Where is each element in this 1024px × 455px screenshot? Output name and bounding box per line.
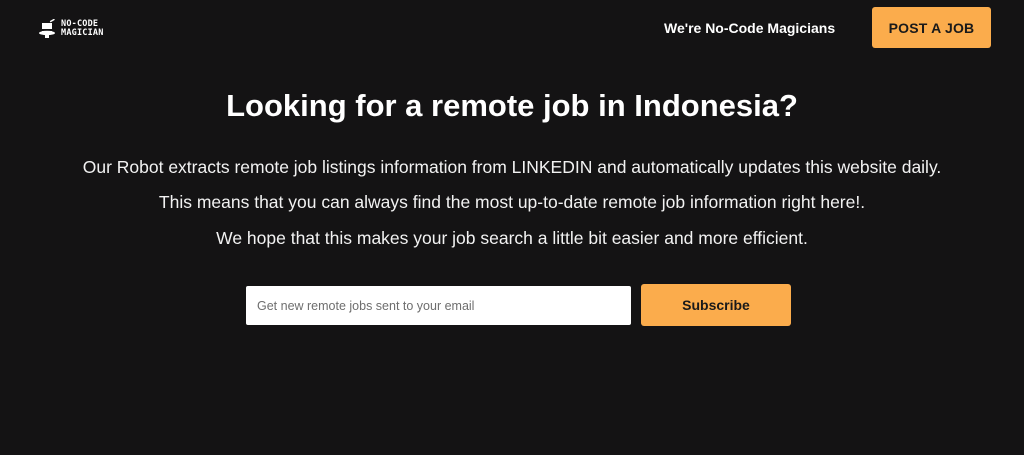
- hero-description-line-1: Our Robot extracts remote job listings i…: [82, 157, 942, 177]
- subscribe-button[interactable]: Subscribe: [641, 284, 791, 326]
- hero-description-line-2: This means that you can always find the …: [158, 192, 866, 212]
- hero-title: Looking for a remote job in Indonesia?: [226, 88, 798, 123]
- site-logo[interactable]: NO-CODE MAGICIAN: [38, 17, 104, 41]
- logo-line-2: MAGICIAN: [61, 28, 104, 38]
- hero-description-line-3: We hope that this makes your job search …: [216, 228, 808, 248]
- email-subscribe-input[interactable]: [246, 286, 631, 325]
- logo-text: NO-CODE MAGICIAN: [61, 20, 104, 38]
- page: NO-CODE MAGICIAN We're No-Code Magicians…: [0, 0, 1024, 455]
- site-header: NO-CODE MAGICIAN We're No-Code Magicians…: [0, 0, 1024, 56]
- magician-hat-icon: [39, 19, 55, 38]
- post-a-job-button[interactable]: POST A JOB: [872, 7, 991, 48]
- about-magicians-link[interactable]: We're No-Code Magicians: [664, 17, 835, 39]
